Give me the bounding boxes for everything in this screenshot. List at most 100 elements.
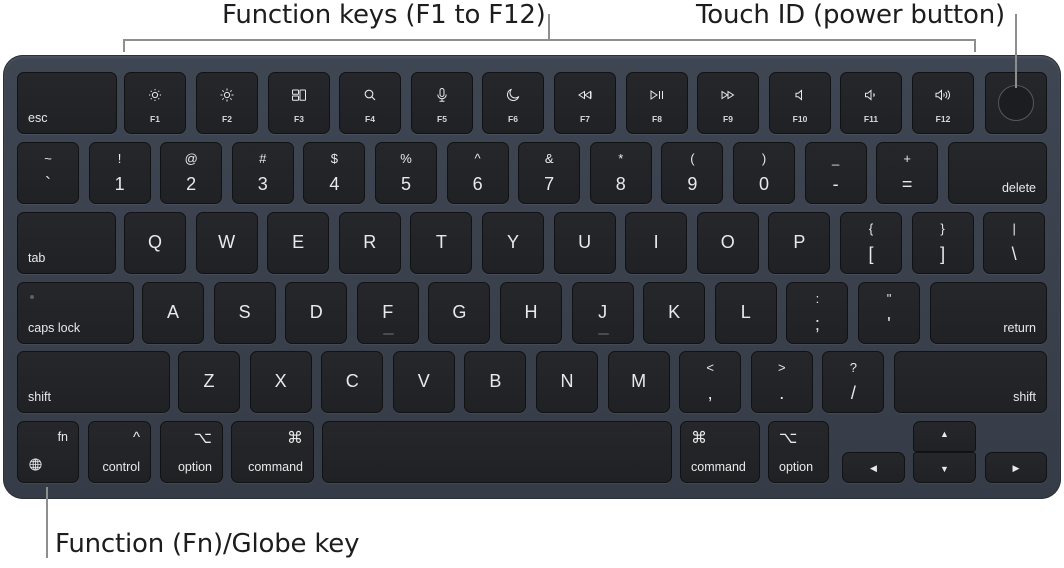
key-i[interactable]: I — [625, 212, 688, 274]
touch-id-sensor-icon[interactable] — [998, 85, 1034, 121]
key-z[interactable]: Z — [178, 351, 240, 413]
key-f8[interactable]: F8 — [626, 72, 688, 134]
key-0[interactable]: ) 0 — [733, 142, 795, 204]
key-right-shift[interactable]: shift — [894, 351, 1047, 413]
key-a[interactable]: A — [142, 282, 204, 344]
key-tab[interactable]: tab — [17, 212, 116, 274]
key-9[interactable]: (9 — [661, 142, 724, 204]
key-slash[interactable]: ? / — [822, 351, 885, 413]
key-char: 5 — [400, 174, 411, 194]
key-g[interactable]: G — [428, 282, 491, 344]
key-char: 7 — [544, 174, 555, 194]
key-f12[interactable]: F12 — [912, 72, 974, 134]
key-f1[interactable]: F1 — [124, 72, 186, 134]
key-f4[interactable]: F4 — [339, 72, 401, 134]
key-arrow-down[interactable]: ▼ — [913, 452, 976, 483]
key-f[interactable]: F — [356, 282, 419, 344]
key-char: 4 — [329, 174, 340, 194]
modifier-symbol-command-icon: ⌘ — [287, 430, 303, 447]
key-left-control[interactable]: ^ control — [88, 421, 151, 483]
key-esc[interactable]: esc — [17, 72, 117, 134]
key-t[interactable]: T — [410, 212, 473, 274]
volume-down-icon — [841, 87, 901, 103]
modifier-symbol-option-icon: ⌥ — [779, 430, 798, 447]
key-f10[interactable]: F10 — [769, 72, 831, 134]
key-char: X — [274, 371, 287, 391]
key-c[interactable]: C — [321, 351, 384, 413]
key-char: H — [524, 302, 538, 322]
dictation-microphone-icon — [412, 87, 472, 103]
key-label: F6 — [508, 114, 518, 124]
key-m[interactable]: M — [607, 351, 670, 413]
brightness-up-icon — [197, 87, 257, 103]
key-caps-lock[interactable]: caps lock — [17, 282, 134, 344]
key-space[interactable] — [322, 421, 672, 483]
key-e[interactable]: E — [267, 212, 330, 274]
key-h[interactable]: H — [500, 282, 562, 344]
key-right-command[interactable]: ⌘ command — [680, 421, 760, 483]
key-o[interactable]: O — [696, 212, 759, 274]
key-w[interactable]: W — [195, 212, 258, 274]
key-period[interactable]: >. — [750, 351, 813, 413]
key-f7[interactable]: F7 — [554, 72, 616, 134]
key-backtick[interactable]: ~ ` — [17, 142, 79, 204]
key-arrow-up[interactable]: ▲ — [913, 421, 976, 452]
key-v[interactable]: V — [392, 351, 455, 413]
key-arrow-right[interactable]: ▶ — [985, 452, 1047, 483]
key-f5[interactable]: F5 — [411, 72, 473, 134]
key-fn-globe[interactable]: fn — [17, 421, 79, 483]
key-f9[interactable]: F9 — [697, 72, 759, 134]
key-right-option[interactable]: ⌥ option — [768, 421, 829, 483]
key-arrow-left[interactable]: ◀ — [842, 452, 905, 483]
key-8[interactable]: * 8 — [589, 142, 652, 204]
key-6[interactable]: ^ 6 — [446, 142, 509, 204]
key-p[interactable]: P — [768, 212, 831, 274]
key-d[interactable]: D — [285, 282, 348, 344]
key-equals[interactable]: + = — [876, 142, 939, 204]
key-b[interactable]: B — [464, 351, 527, 413]
key-5[interactable]: % 5 — [375, 142, 437, 204]
key-lbracket[interactable]: {[ — [840, 212, 902, 274]
key-l[interactable]: L — [714, 282, 777, 344]
key-delete[interactable]: delete — [948, 142, 1047, 204]
key-rbracket[interactable]: }] — [911, 212, 974, 274]
key-f2[interactable]: F2 — [196, 72, 258, 134]
key-semicolon[interactable]: :; — [786, 282, 849, 344]
key-char: 3 — [257, 174, 268, 194]
key-backslash[interactable]: | \ — [983, 212, 1046, 274]
key-minus[interactable]: _ - — [804, 142, 867, 204]
key-7[interactable]: & 7 — [518, 142, 581, 204]
key-char: W — [218, 232, 236, 252]
key-s[interactable]: S — [213, 282, 276, 344]
key-shift-char: ( — [690, 151, 695, 166]
key-y[interactable]: Y — [482, 212, 544, 274]
key-f11[interactable]: F11 — [840, 72, 902, 134]
key-left-shift[interactable]: shift — [17, 351, 170, 413]
key-k[interactable]: K — [643, 282, 706, 344]
key-label: command — [691, 460, 746, 474]
key-label: F9 — [723, 114, 733, 124]
key-char: ` — [45, 174, 51, 194]
key-q[interactable]: Q — [124, 212, 186, 274]
key-return[interactable]: return — [930, 282, 1047, 344]
key-4[interactable]: $4 — [303, 142, 366, 204]
key-quote[interactable]: " ' — [858, 282, 920, 344]
key-label: delete — [1001, 181, 1036, 195]
key-left-option[interactable]: ⌥ option — [160, 421, 223, 483]
key-1[interactable]: ! 1 — [88, 142, 151, 204]
key-u[interactable]: U — [553, 212, 616, 274]
function-keys-bracket-left-tick — [123, 39, 125, 52]
key-comma[interactable]: <, — [679, 351, 742, 413]
key-f3[interactable]: F3 — [268, 72, 330, 134]
key-3[interactable]: #3 — [231, 142, 294, 204]
key-shift-char: ! — [117, 151, 122, 166]
homing-bump — [382, 333, 394, 335]
key-label: caps lock — [28, 321, 81, 335]
key-f6[interactable]: F6 — [482, 72, 544, 134]
key-n[interactable]: N — [536, 351, 598, 413]
key-j[interactable]: J — [571, 282, 634, 344]
key-x[interactable]: X — [249, 351, 312, 413]
key-r[interactable]: R — [338, 212, 401, 274]
key-left-command[interactable]: ⌘ command — [231, 421, 314, 483]
key-2[interactable]: @2 — [160, 142, 223, 204]
